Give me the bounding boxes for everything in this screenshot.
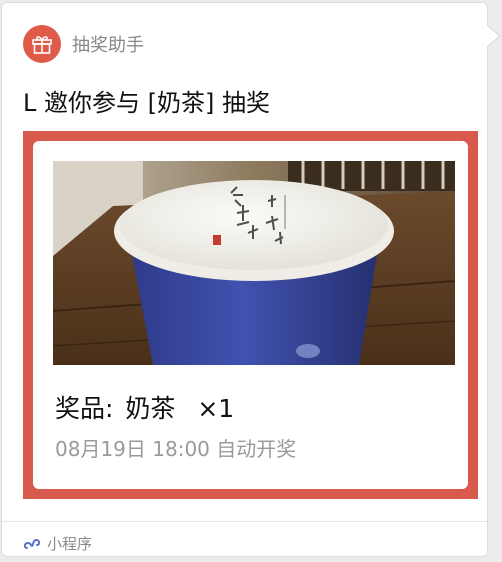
card-title: L 邀你参与 [奶茶] 抽奖: [23, 89, 270, 117]
prize-label: 奖品:: [55, 394, 114, 423]
mini-program-icon: [22, 534, 42, 554]
prize-photo: [53, 161, 455, 365]
bubble-tail: [487, 26, 499, 46]
mini-program-card[interactable]: 抽奖助手 L 邀你参与 [奶茶] 抽奖 奖品: 奶茶 ×1 08月19日 18:…: [1, 2, 488, 557]
prize-line: 奖品: 奶茶 ×1: [55, 389, 234, 425]
prize-card-frame[interactable]: 奖品: 奶茶 ×1 08月19日 18:00 自动开奖: [23, 131, 478, 499]
draw-time: 08月19日 18:00 自动开奖: [55, 437, 297, 461]
prize-name: 奶茶: [125, 394, 176, 423]
gift-icon: [23, 25, 61, 63]
app-name: 抽奖助手: [72, 35, 144, 56]
prize-card[interactable]: 奖品: 奶茶 ×1 08月19日 18:00 自动开奖: [33, 141, 468, 489]
footer-divider: [2, 521, 487, 522]
card-footer: 小程序: [22, 533, 92, 554]
footer-label: 小程序: [47, 535, 93, 553]
card-header: 抽奖助手: [23, 25, 144, 63]
prize-quantity: ×1: [197, 394, 235, 423]
